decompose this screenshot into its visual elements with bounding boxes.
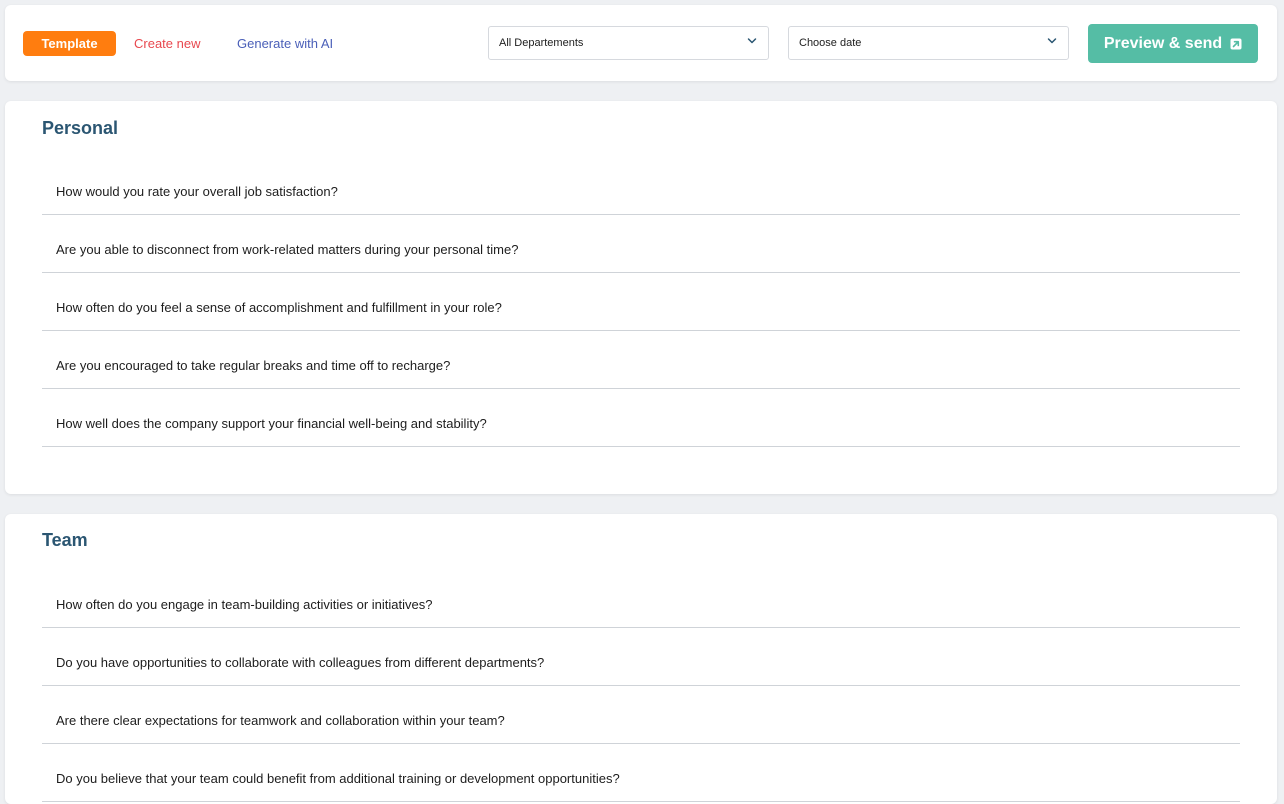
department-select-value: All Departements <box>499 37 584 49</box>
preview-and-send-button[interactable]: Preview & send <box>1088 24 1258 63</box>
tab-create-new[interactable]: Create new <box>134 36 200 51</box>
question-item[interactable]: How would you rate your overall job sati… <box>42 163 1240 215</box>
question-list: How often do you engage in team-building… <box>42 576 1240 802</box>
question-item[interactable]: How often do you engage in team-building… <box>42 576 1240 628</box>
question-item[interactable]: How often do you feel a sense of accompl… <box>42 273 1240 331</box>
question-item[interactable]: Do you believe that your team could bene… <box>42 744 1240 802</box>
chevron-down-icon <box>747 38 757 44</box>
chevron-down-icon <box>1047 38 1057 44</box>
date-select-value: Choose date <box>799 37 862 49</box>
question-item[interactable]: Are there clear expectations for teamwor… <box>42 686 1240 744</box>
top-toolbar: Template Create new Generate with AI All… <box>5 5 1277 81</box>
external-link-icon <box>1230 38 1242 49</box>
question-list: How would you rate your overall job sati… <box>42 163 1240 447</box>
section-title: Team <box>42 530 88 550</box>
tab-generate-with-ai[interactable]: Generate with AI <box>237 36 333 51</box>
question-item[interactable]: Are you encouraged to take regular break… <box>42 331 1240 389</box>
section-card-personal: Personal How would you rate your overall… <box>5 101 1277 494</box>
question-item[interactable]: Do you have opportunities to collaborate… <box>42 628 1240 686</box>
preview-button-label: Preview & send <box>1103 34 1223 52</box>
section-card-team: Team How often do you engage in team-bui… <box>5 514 1277 804</box>
tab-template[interactable]: Template <box>23 31 116 56</box>
department-select[interactable]: All Departements <box>488 26 769 60</box>
section-title: Personal <box>42 118 119 138</box>
question-item[interactable]: How well does the company support your f… <box>42 389 1240 447</box>
date-select[interactable]: Choose date <box>788 26 1069 60</box>
question-item[interactable]: Are you able to disconnect from work-rel… <box>42 215 1240 273</box>
